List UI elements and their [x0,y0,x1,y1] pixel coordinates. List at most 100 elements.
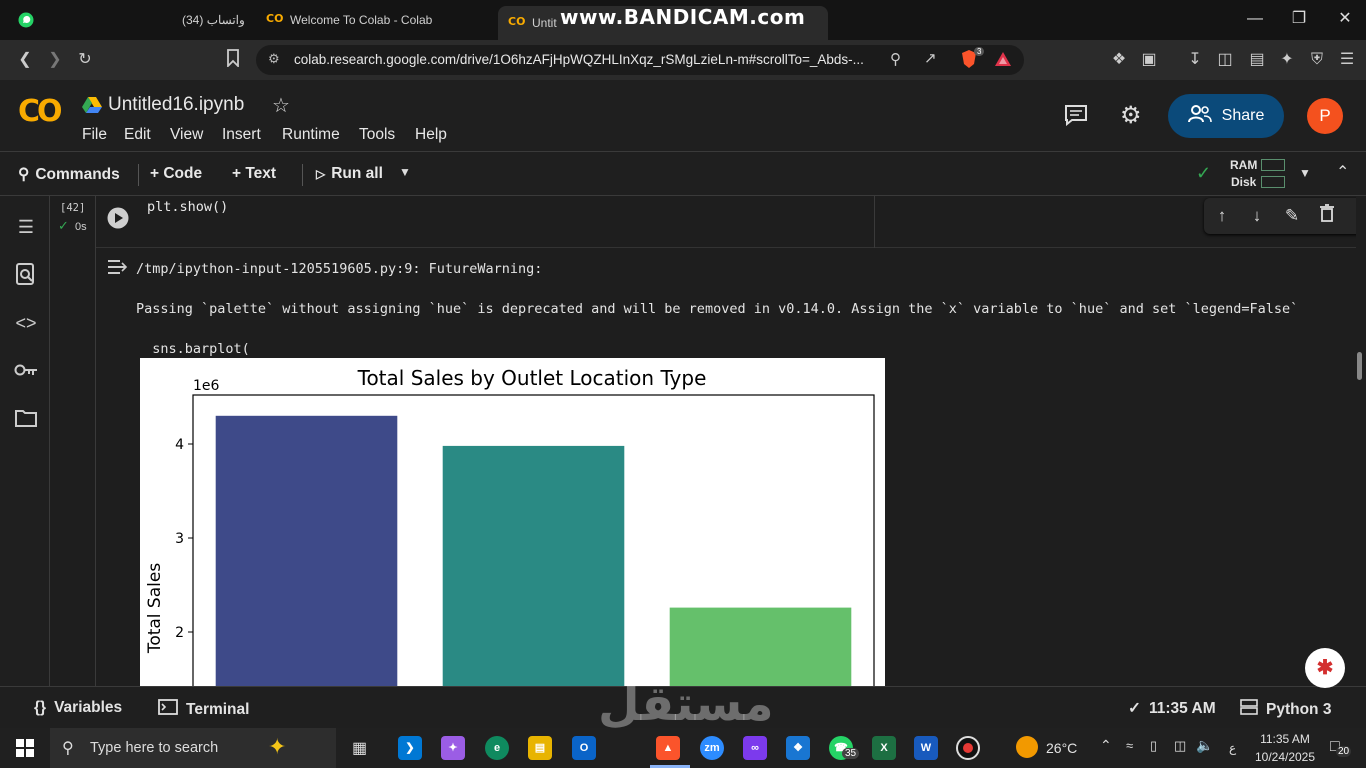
close-icon[interactable]: ✕ [1334,8,1356,30]
settings-gear-icon[interactable]: ⚙ [1120,101,1142,130]
secrets-key-icon[interactable] [13,358,39,384]
cell-toolbar: ↑ ↓ ✎ ⋮ [1204,198,1356,234]
network-icon[interactable]: ◫ [1174,738,1186,754]
tray-chevron-icon[interactable]: ⌃ [1100,737,1112,754]
download-icon[interactable]: ↧ [1184,49,1206,71]
vpn-icon[interactable]: ⛨ [1306,49,1328,71]
windows-start-icon[interactable] [16,739,34,762]
word-icon[interactable]: W [914,736,938,760]
run-cell-button[interactable] [107,207,129,234]
share-page-icon[interactable]: ↗ [924,49,937,67]
variables-label: Variables [54,699,123,716]
reload-icon[interactable]: ↻ [74,49,96,71]
share-button[interactable]: Share [1168,94,1284,138]
menu-runtime[interactable]: Runtime [282,126,340,144]
copilot-app-icon[interactable]: ✦ [441,736,465,760]
code-editor[interactable]: plt.show() [147,199,228,215]
leo-ai-icon[interactable]: ✦ [1276,49,1298,71]
battery-icon[interactable]: ▯ [1150,738,1157,754]
excel-icon[interactable]: X [872,736,896,760]
reader-icon[interactable]: ▣ [1138,49,1160,71]
weather-sun-icon[interactable] [1016,736,1038,758]
forward-icon[interactable]: ❯ [44,49,66,71]
ram-meter[interactable] [1261,159,1285,171]
pdf-extension-icon[interactable]: ✱ [1305,648,1345,688]
minimize-icon[interactable]: — [1244,8,1266,30]
colab-logo[interactable]: CO [18,94,62,129]
output-actions-icon[interactable] [106,258,128,281]
tab-whatsapp[interactable]: (34) واتساب [8,5,255,35]
visual-studio-icon[interactable]: ∞ [743,736,767,760]
brave-icon[interactable]: ▲ [656,736,680,760]
scrollbar-thumb[interactable] [1357,352,1362,380]
run-all-dropdown-icon[interactable]: ▼ [399,165,411,179]
brave-rewards-icon[interactable] [994,51,1012,72]
clock-date[interactable]: 10/24/2025 [1252,750,1318,764]
table-of-contents-icon[interactable]: ☰ [13,214,39,240]
menu-edit[interactable]: Edit [124,126,151,144]
menu-insert[interactable]: Insert [222,126,261,144]
taskbar-search[interactable]: ⚲ Type here to search ✦ [50,728,336,768]
commands-button[interactable]: ⚲ Commands [18,165,120,184]
avatar[interactable]: P [1307,98,1343,134]
more-options-icon[interactable]: ⋮ [1350,204,1357,228]
people-icon [1187,104,1212,128]
task-view-icon[interactable]: ▦ [352,738,367,758]
collapse-chevron-icon[interactable]: ⌃ [1336,162,1349,182]
menu-file[interactable]: File [82,126,107,144]
copilot-sparkle-icon[interactable]: ✦ [268,734,286,760]
move-up-icon[interactable]: ↑ [1210,204,1234,228]
runtime-label: Python 3 [1266,700,1332,718]
move-down-icon[interactable]: ↓ [1245,204,1269,228]
delete-trash-icon[interactable] [1315,204,1339,228]
edge-icon[interactable]: e [485,736,509,760]
back-icon[interactable]: ❮ [14,49,36,71]
clock-time[interactable]: 11:35 AM [1252,732,1318,746]
comment-icon[interactable] [1064,104,1088,131]
zoom-icon[interactable]: ⚲ [890,50,901,68]
runtime-type[interactable]: Python 3 [1240,699,1331,720]
menu-tools[interactable]: Tools [359,126,395,144]
find-icon[interactable] [13,262,39,288]
bandicam-record-icon[interactable] [956,736,980,760]
disk-label: Disk [1231,175,1257,189]
terminal-button[interactable]: Terminal [158,699,249,720]
tab-welcome-colab[interactable]: CO Welcome To Colab - Colab [256,5,442,35]
share-label: Share [1221,107,1265,124]
file-explorer-icon[interactable]: ▤ [528,736,552,760]
add-code-button[interactable]: + Code [150,165,202,183]
outlook-icon[interactable]: O [572,736,596,760]
zoom-icon[interactable]: zm [700,736,724,760]
y-tick-label: 3 [175,531,184,547]
disk-meter[interactable] [1261,176,1285,188]
address-bar[interactable]: ⚙ colab.research.google.com/drive/1O6hzA… [256,45,1024,75]
star-icon[interactable]: ☆ [272,93,290,118]
edit-pencil-icon[interactable]: ✎ [1280,204,1304,228]
input-language[interactable]: ع [1229,741,1236,755]
app-icon[interactable]: ❖ [786,736,810,760]
vscode-icon[interactable]: ❯ [398,736,422,760]
commands-label: Commands [35,165,120,183]
files-folder-icon[interactable] [13,408,39,434]
sidebar-toggle-icon[interactable]: ◫ [1214,49,1236,71]
resources-dropdown-icon[interactable]: ▼ [1299,166,1311,180]
menu-view[interactable]: View [170,126,203,144]
add-text-button[interactable]: + Text [232,165,276,183]
code-cell[interactable]: plt.show() ↑ ↓ ✎ ⋮ [96,196,1356,248]
restore-icon[interactable]: ❐ [1288,8,1310,30]
extensions-icon[interactable]: ❖ [1108,49,1130,71]
site-settings-icon[interactable]: ⚙ [268,51,280,67]
windows-taskbar: ⚲ Type here to search ✦ ▦ ❯ ✦ e ▤ O ▲ zm… [0,728,1366,768]
weather-temp[interactable]: 26°C [1046,740,1077,756]
wallet-icon[interactable]: ▤ [1246,49,1268,71]
menu-icon[interactable]: ☰ [1336,49,1358,71]
wifi-icon[interactable]: ≈ [1126,738,1133,753]
bookmark-icon[interactable] [222,49,244,71]
last-run-time[interactable]: ✓ 11:35 AM [1128,699,1216,718]
menu-help[interactable]: Help [415,126,447,144]
code-snippets-icon[interactable]: <> [13,310,39,336]
notebook-title[interactable]: Untitled16.ipynb [108,94,244,116]
run-all-button[interactable]: ▷ Run all [316,165,383,183]
variables-button[interactable]: {} Variables [34,699,122,717]
volume-icon[interactable]: 🔈 [1196,737,1213,754]
